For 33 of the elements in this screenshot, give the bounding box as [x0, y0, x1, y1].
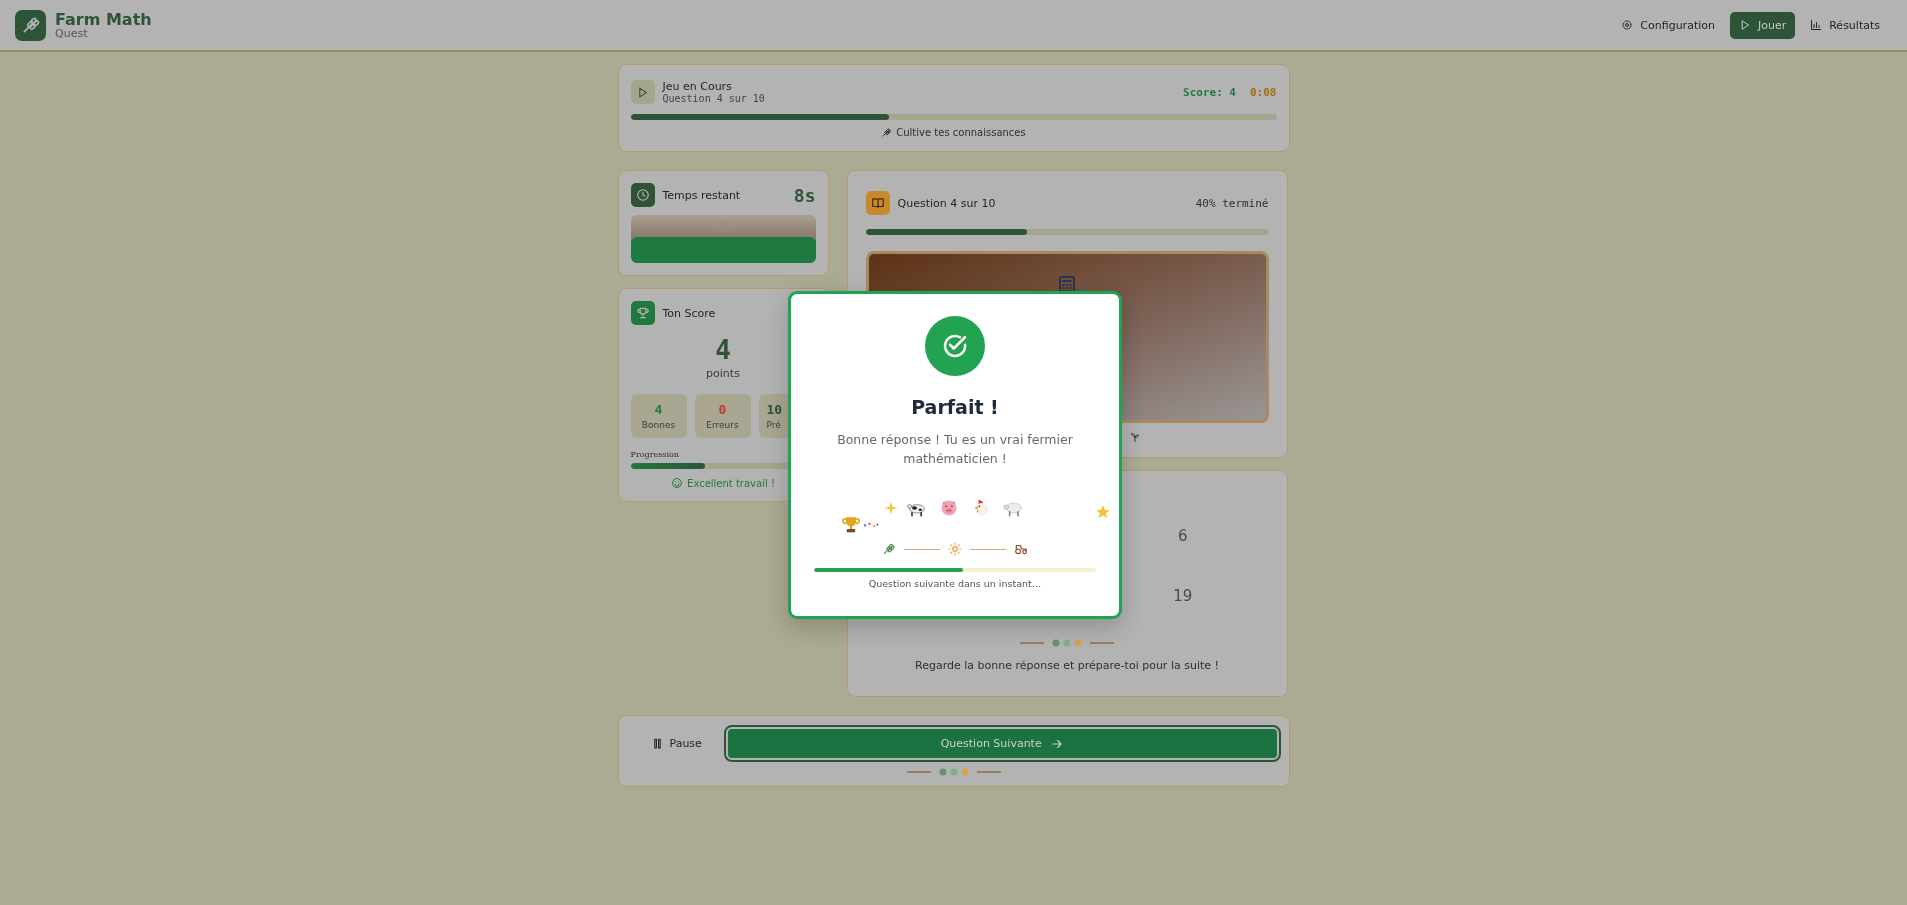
app-subtitle: Quest: [55, 27, 89, 40]
question-counter: Question 4 sur 10: [662, 93, 766, 104]
time-remaining: 8s: [793, 184, 816, 206]
elapsed-time: 0:08: [1250, 85, 1277, 99]
stat-label: Pré: [766, 420, 782, 430]
card-title: Temps restant: [662, 188, 742, 202]
progress-label: Progression: [630, 450, 680, 459]
dialog-caption: Question suivante dans un instant…: [868, 578, 1042, 589]
stat-value: 10: [766, 402, 784, 417]
card-title: Ton Score: [662, 306, 716, 320]
dialog-title: Parfait !: [911, 396, 999, 418]
score-label: Score: 4: [1183, 85, 1236, 99]
pause-button[interactable]: Pause: [628, 731, 718, 756]
app-name: Farm Math: [55, 10, 152, 28]
stat-value: 4: [653, 402, 664, 417]
completion-label: 40% terminé: [1195, 196, 1269, 210]
nav-tab[interactable]: Configuration: [1612, 11, 1724, 39]
question-title: Question 4 sur 10: [897, 196, 997, 210]
score-value: 4: [714, 335, 732, 365]
answer-option[interactable]: 6: [1169, 523, 1196, 549]
game-title: Jeu en Cours: [662, 80, 733, 93]
answer-option[interactable]: 19: [1165, 583, 1201, 609]
hint-text: Regarde la bonne réponse et prépare-toi pour la suite !: [914, 659, 1220, 672]
score-unit: points: [705, 367, 741, 380]
encouragement-text: Excellent travail !: [687, 477, 775, 489]
tagline: Cultive tes connaissances: [896, 127, 1026, 138]
nav-tab[interactable]: Jouer: [1729, 11, 1796, 39]
nav-tab[interactable]: Résultats: [1801, 11, 1889, 39]
next-question-button[interactable]: Question Suivante: [725, 727, 1279, 760]
stat-label: Bonnes: [640, 420, 677, 430]
dialog-message: Bonne réponse ! Tu es un vrai fermier mathématicien !: [836, 431, 1074, 468]
stat-value: 0: [717, 402, 728, 417]
stat-label: Erreurs: [705, 420, 740, 430]
